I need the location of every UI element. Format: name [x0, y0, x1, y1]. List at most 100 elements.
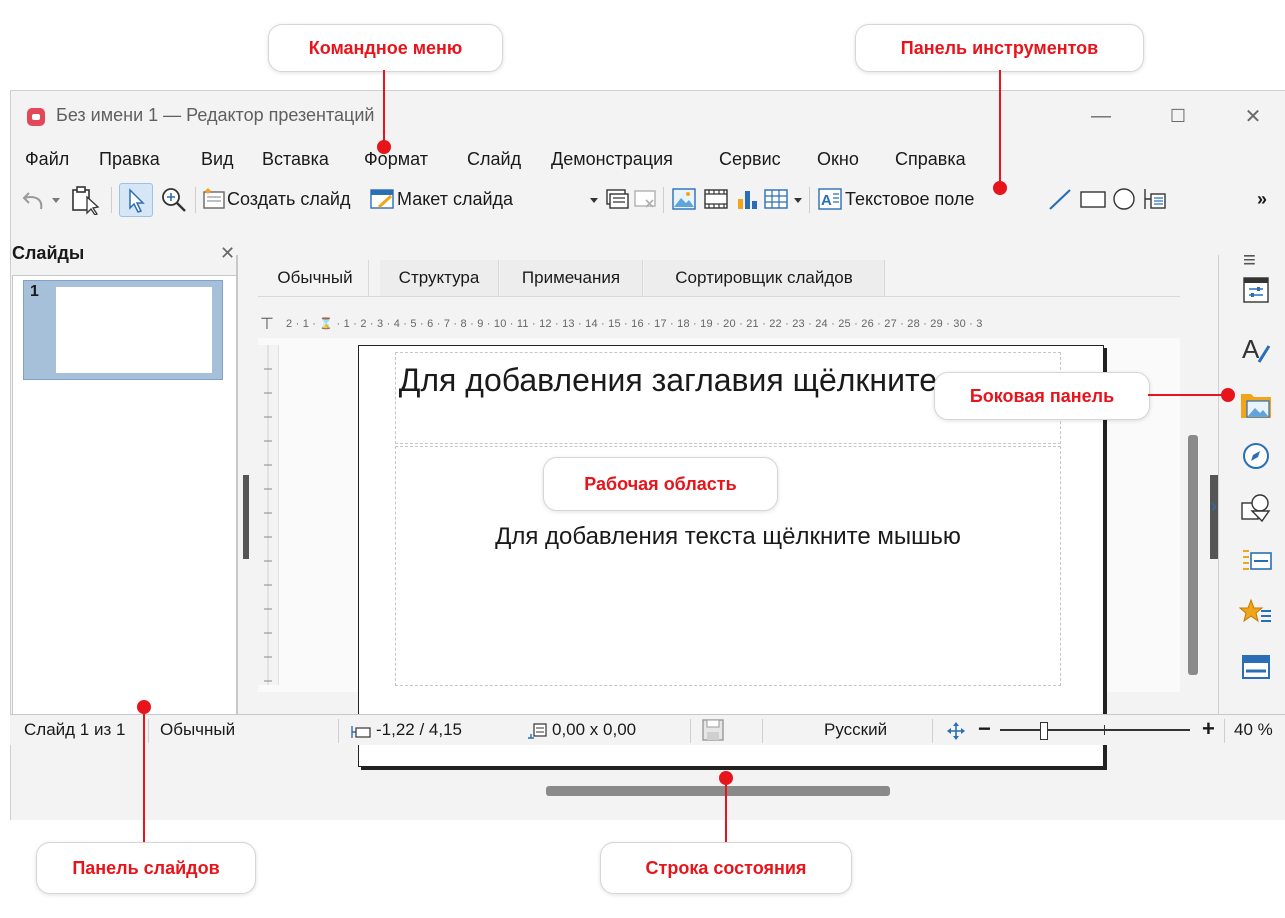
callout-workspace: Рабочая область: [543, 457, 778, 511]
menu-slide[interactable]: Слайд: [467, 149, 521, 170]
menu-window[interactable]: Окно: [817, 149, 859, 170]
line-icon[interactable]: [1047, 187, 1073, 211]
select-tool-button[interactable]: [119, 183, 153, 217]
delete-slide-icon[interactable]: [633, 188, 657, 210]
zoom-in-button[interactable]: +: [1202, 716, 1215, 742]
insert-chart-icon[interactable]: [735, 187, 759, 211]
insert-media-icon[interactable]: [703, 187, 729, 211]
callout-toolbar: Панель инструментов: [855, 24, 1144, 72]
status-layout: Обычный: [160, 720, 236, 739]
status-slide-info: Слайд 1 из 1: [24, 720, 126, 739]
save-status-icon[interactable]: [700, 717, 726, 743]
insert-image-icon[interactable]: [671, 187, 697, 211]
menu-file[interactable]: Файл: [25, 149, 69, 170]
slides-panel: Слайды ✕ 1: [10, 243, 238, 719]
sidebar-menu-icon[interactable]: ≡: [1243, 247, 1256, 273]
menu-edit[interactable]: Правка: [99, 149, 160, 170]
master-slides-icon[interactable]: [1241, 653, 1271, 681]
slide-number: 1: [30, 283, 39, 300]
sidebar-splitter[interactable]: [1210, 475, 1218, 559]
slide-transition-icon[interactable]: [1239, 545, 1273, 577]
menu-help[interactable]: Справка: [895, 149, 966, 170]
animation-icon[interactable]: [1239, 597, 1273, 629]
menu-bar: Файл Правка Вид Вставка Формат Слайд Дем…: [11, 143, 1011, 177]
text-box-button[interactable]: Текстовое поле: [845, 189, 974, 210]
ruler-scale: 2 · 1 · ⌛ · 1 · 2 · 3 · 4 · 5 · 6 · 7 · …: [286, 318, 983, 330]
slides-panel-splitter[interactable]: [243, 475, 249, 559]
slides-panel-title: Слайды: [12, 243, 85, 263]
callout-command-menu: Командное меню: [268, 24, 503, 72]
vertical-scrollbar[interactable]: [1188, 435, 1198, 675]
menu-tools[interactable]: Сервис: [719, 149, 781, 170]
menu-slideshow[interactable]: Демонстрация: [551, 149, 673, 170]
status-language[interactable]: Русский: [824, 720, 887, 740]
panel-divider[interactable]: [236, 255, 238, 715]
slide-layout-button[interactable]: Макет слайда: [397, 189, 513, 210]
minimize-button[interactable]: —: [1081, 101, 1121, 131]
styles-icon[interactable]: A: [1239, 332, 1273, 366]
slide-thumbnail: [56, 287, 212, 373]
callout-command-menu-line: [383, 70, 385, 144]
menu-format[interactable]: Формат: [364, 149, 428, 170]
tab-slide-sorter[interactable]: Сортировщик слайдов: [644, 260, 885, 296]
svg-text:A: A: [821, 192, 832, 209]
zoom-slider-track[interactable]: [1000, 729, 1190, 731]
slides-panel-close-icon[interactable]: ✕: [220, 243, 235, 264]
title-bar: Без имени 1 — Редактор презентаций — ☐ ✕: [11, 91, 1285, 141]
undo-dropdown-icon[interactable]: [51, 197, 61, 205]
vertical-ruler[interactable]: [258, 345, 279, 685]
text-box-icon[interactable]: A: [817, 187, 843, 211]
horizontal-scrollbar[interactable]: [546, 786, 890, 796]
callout-toolbar-line: [999, 70, 1001, 184]
zoom-slider-thumb[interactable]: [1040, 722, 1048, 740]
svg-text:A: A: [1242, 334, 1260, 364]
callout-slides-panel-line: [143, 708, 145, 844]
gallery-icon[interactable]: [1239, 388, 1273, 422]
callout-command-menu-dot: [377, 140, 391, 154]
fit-slide-icon[interactable]: [946, 721, 966, 741]
toolbar-more-button[interactable]: »: [1257, 189, 1267, 210]
window-title: Без имени 1 — Редактор презентаций: [56, 105, 375, 125]
new-slide-button[interactable]: Создать слайд: [227, 189, 350, 210]
pointer-icon: [129, 188, 145, 213]
slides-list: 1: [12, 275, 238, 719]
size-icon: [528, 723, 547, 739]
callout-slides-panel: Панель слайдов: [36, 842, 256, 894]
ellipse-icon[interactable]: [1111, 186, 1137, 212]
duplicate-slide-icon[interactable]: [605, 188, 629, 210]
tab-notes[interactable]: Примечания: [500, 260, 643, 296]
zoom-out-button[interactable]: −: [978, 716, 991, 742]
callout-status-bar: Строка состояния: [600, 842, 852, 894]
insert-table-icon[interactable]: [763, 187, 789, 211]
callout-shape-icon[interactable]: [1141, 186, 1167, 212]
layout-dropdown-icon[interactable]: [589, 197, 599, 205]
callout-sidebar-line: [1148, 394, 1228, 396]
tab-outline[interactable]: Структура: [380, 260, 499, 296]
rectangle-icon[interactable]: [1079, 187, 1107, 211]
status-bar: Слайд 1 из 1 Обычный -1,22 / 4,15 0,00 x…: [10, 714, 1285, 745]
toolbar: Создать слайд Макет слайда A Текстовое п…: [11, 179, 1285, 219]
properties-icon[interactable]: [1241, 275, 1271, 305]
vertical-ruler-ticks: [264, 345, 272, 685]
slide-thumbnail-selected[interactable]: 1: [23, 280, 223, 380]
navigator-icon[interactable]: [1241, 441, 1271, 471]
new-slide-icon[interactable]: [201, 187, 227, 211]
maximize-button[interactable]: ☐: [1158, 101, 1198, 131]
sidebar: ≡ A ›: [1211, 247, 1285, 715]
sidebar-expand-icon[interactable]: ›: [1211, 496, 1217, 517]
menu-insert[interactable]: Вставка: [262, 149, 329, 170]
menu-view[interactable]: Вид: [201, 149, 234, 170]
zoom-level[interactable]: 40 %: [1234, 720, 1273, 740]
zoom-icon[interactable]: [159, 185, 189, 215]
app-icon: [27, 108, 45, 126]
callout-toolbar-dot: [993, 181, 1007, 195]
table-dropdown-icon[interactable]: [793, 197, 803, 205]
shapes-icon[interactable]: [1239, 491, 1273, 525]
paste-icon[interactable]: [69, 185, 103, 215]
tab-normal[interactable]: Обычный: [262, 260, 369, 296]
horizontal-ruler[interactable]: ⊤ 2 · 1 · ⌛ · 1 · 2 · 3 · 4 · 5 · 6 · 7 …: [258, 312, 1180, 336]
callout-sidebar-dot: [1221, 388, 1235, 402]
slide-layout-icon[interactable]: [369, 187, 395, 211]
close-button[interactable]: ✕: [1233, 101, 1273, 131]
undo-icon[interactable]: [21, 187, 49, 213]
